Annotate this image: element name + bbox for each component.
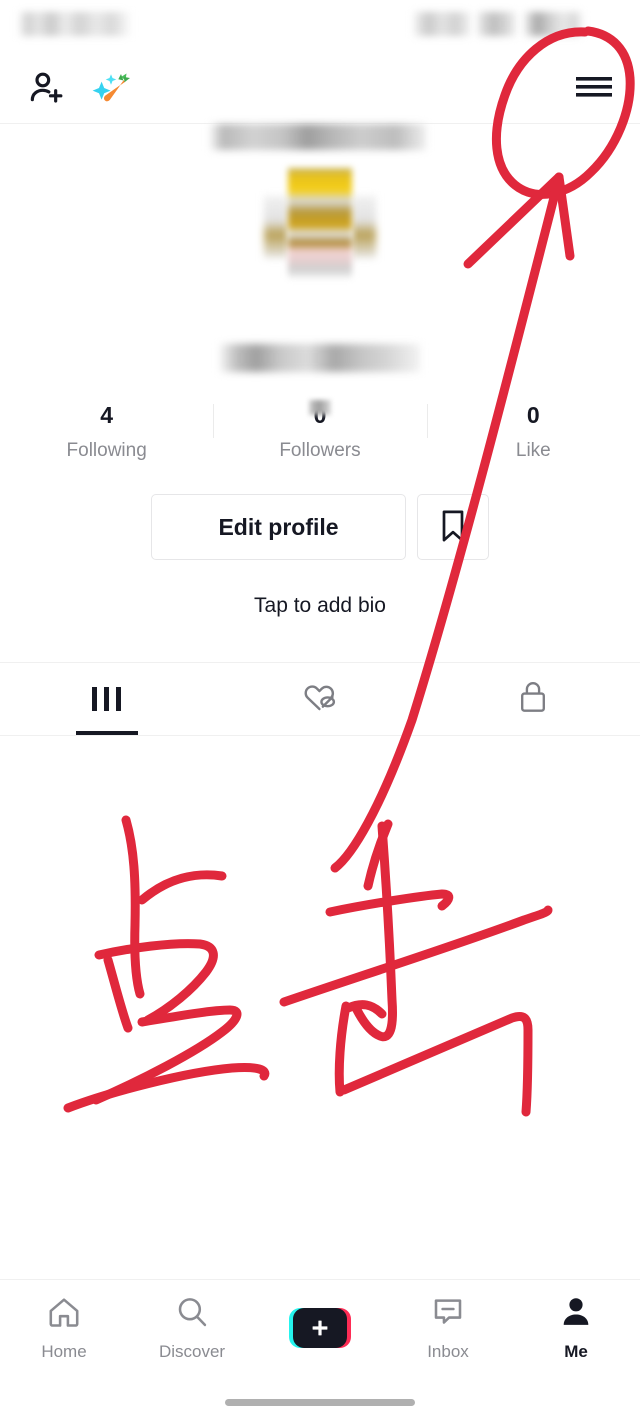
handwritten-stroke-11 xyxy=(334,1001,351,1097)
handwritten-stroke-9 xyxy=(325,889,454,917)
stat-following[interactable]: 4 Following xyxy=(0,398,213,462)
likes-count: 0 xyxy=(526,402,540,428)
following-count: 4 xyxy=(100,402,114,428)
profile-stats: 4 Following 0 Followers 0 Like xyxy=(0,398,640,462)
status-bar-icon-blurred-2 xyxy=(478,12,516,36)
plus-create-icon[interactable] xyxy=(289,1307,351,1349)
followers-label: Followers xyxy=(279,440,361,461)
tab-liked[interactable] xyxy=(213,663,426,735)
hamburger-menu-icon[interactable] xyxy=(568,64,620,110)
username-blurred xyxy=(220,344,420,372)
app-header xyxy=(0,48,640,150)
avatar-blur-left xyxy=(264,196,288,258)
nav-label-inbox: Inbox xyxy=(427,1342,469,1361)
following-label: Following xyxy=(66,440,147,461)
likes-label: Like xyxy=(515,440,551,461)
home-icon xyxy=(45,1294,83,1335)
annotation-arrow-head xyxy=(463,172,564,269)
tab-private[interactable] xyxy=(427,663,640,735)
handwritten-stroke-4 xyxy=(103,955,133,1033)
bio-placeholder[interactable]: Tap to add bio xyxy=(0,594,640,618)
nav-label-home: Home xyxy=(41,1342,87,1361)
heart-eye-off-icon xyxy=(301,680,339,719)
phone-screen: 4 Following 0 Followers 0 Like Edit prof… xyxy=(0,0,640,1422)
search-icon xyxy=(173,1294,211,1335)
status-bar-icon-blurred-1 xyxy=(414,12,470,36)
bookmark-icon xyxy=(437,508,469,547)
nav-item-home[interactable]: Home xyxy=(0,1294,128,1362)
nav-item-inbox[interactable]: Inbox xyxy=(384,1294,512,1362)
nav-item-me[interactable]: Me xyxy=(512,1294,640,1362)
handwritten-stroke-1 xyxy=(121,815,145,999)
tab-posts[interactable] xyxy=(0,663,213,735)
handwritten-stroke-7 xyxy=(363,819,393,891)
handwritten-stroke-8 xyxy=(351,821,397,1042)
bottom-navigation: Home Discover Inbox Me xyxy=(0,1279,640,1376)
handwritten-stroke-10 xyxy=(279,905,553,1007)
nav-item-discover[interactable]: Discover xyxy=(128,1294,256,1362)
stat-likes[interactable]: 0 Like xyxy=(426,398,640,462)
edit-profile-button[interactable]: Edit profile xyxy=(151,494,406,560)
content-tabs xyxy=(0,662,640,736)
avatar-blur-right xyxy=(352,196,376,258)
stat-followers[interactable]: 0 Followers xyxy=(213,398,426,462)
person-icon xyxy=(557,1294,595,1335)
handwritten-stroke-2 xyxy=(137,870,227,905)
nav-label-me: Me xyxy=(564,1342,588,1361)
nav-label-discover: Discover xyxy=(158,1342,226,1361)
carrot-sparkle-emoji[interactable] xyxy=(86,64,138,112)
message-icon xyxy=(429,1294,467,1335)
header-title-blurred xyxy=(210,124,426,150)
nav-item-create[interactable] xyxy=(256,1307,384,1349)
annotation-arrow-head-2 xyxy=(554,172,575,261)
lock-icon xyxy=(517,679,549,720)
status-bar-icon-blurred-3 xyxy=(524,12,582,36)
home-indicator xyxy=(225,1399,415,1406)
grid-icon xyxy=(92,687,122,711)
bookmark-button[interactable] xyxy=(417,494,489,560)
handwritten-stroke-13 xyxy=(343,1000,387,1019)
status-bar-left-blurred xyxy=(18,12,130,36)
avatar[interactable] xyxy=(288,168,352,278)
handwritten-stroke-12 xyxy=(339,1012,533,1117)
add-person-icon[interactable] xyxy=(22,66,72,110)
handwritten-stroke-3 xyxy=(94,939,218,1025)
status-bar xyxy=(0,0,640,48)
handwritten-stroke-6 xyxy=(63,1063,270,1113)
create-core xyxy=(293,1308,347,1348)
profile-actions: Edit profile xyxy=(0,494,640,560)
followers-count: 0 xyxy=(213,398,426,432)
handwritten-stroke-5 xyxy=(91,1005,242,1105)
